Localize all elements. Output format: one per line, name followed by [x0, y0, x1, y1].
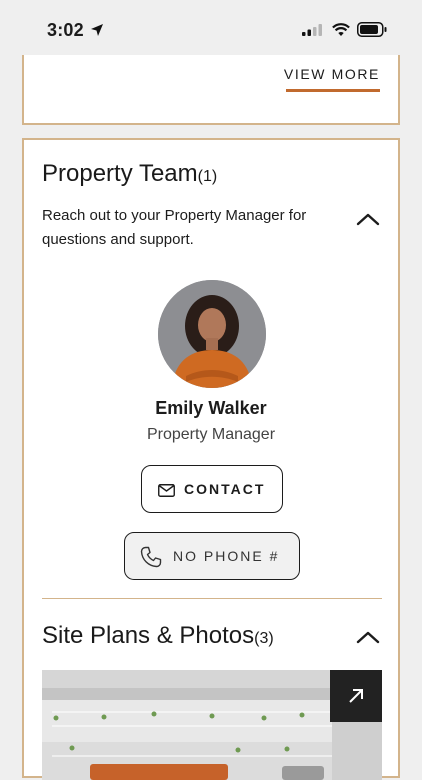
- collapse-chevron-up-icon[interactable]: [356, 212, 380, 226]
- wifi-icon: [332, 23, 350, 36]
- contact-button-label: CONTACT: [184, 481, 266, 497]
- site-plans-heading: Site Plans & Photos(3): [42, 622, 274, 650]
- no-phone-button-label: NO PHONE #: [173, 548, 280, 564]
- site-plans-title: Site Plans & Photos: [42, 622, 255, 649]
- site-plans-count: (3): [254, 630, 274, 647]
- previous-section-card: VIEW MORE: [22, 55, 400, 125]
- section-divider: [42, 598, 382, 599]
- property-team-title: Property Team: [42, 160, 198, 187]
- expand-image-button[interactable]: [330, 670, 382, 722]
- expand-arrow-icon: [349, 689, 363, 703]
- no-phone-button[interactable]: NO PHONE #: [124, 532, 300, 580]
- manager-photo: [158, 280, 266, 388]
- manager-avatar: [158, 280, 266, 388]
- contact-button[interactable]: CONTACT: [141, 465, 283, 513]
- status-bar: 3:02: [0, 0, 422, 62]
- manager-role: Property Manager: [146, 426, 276, 443]
- property-team-count: (1): [197, 168, 218, 185]
- cellular-signal-icon: [302, 24, 322, 36]
- manager-name: Emily Walker: [155, 398, 267, 418]
- property-team-heading: Property Team(1): [42, 160, 217, 188]
- phone-icon: [140, 546, 162, 568]
- property-team-description: Reach out to your Property Manager for q…: [42, 207, 307, 248]
- location-arrow-icon: [91, 24, 103, 36]
- site-plan-thumbnail[interactable]: [42, 670, 382, 780]
- property-team-card: Property Team(1) Reach out to your Prope…: [22, 138, 400, 780]
- view-more-link[interactable]: VIEW MORE: [284, 66, 380, 82]
- site-plans-chevron-up-icon[interactable]: [356, 630, 380, 644]
- status-time: 3:02: [47, 20, 84, 40]
- battery-icon: [357, 22, 387, 37]
- mail-icon: [158, 484, 175, 497]
- view-more-underline: [286, 89, 380, 92]
